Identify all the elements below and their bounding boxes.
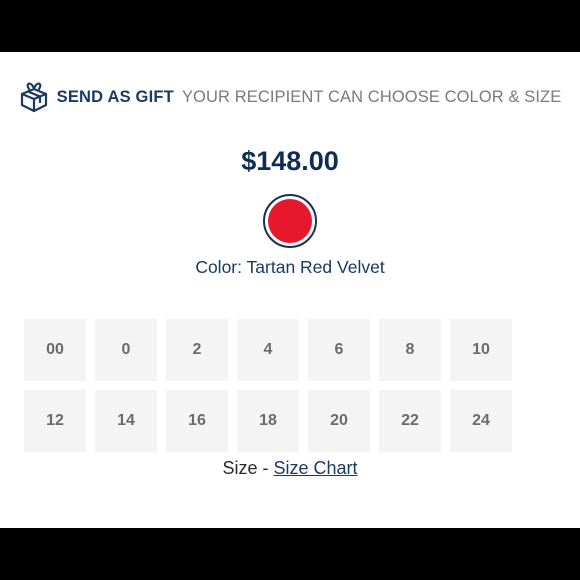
color-swatch-tartan-red-velvet[interactable] — [263, 194, 317, 248]
product-options-panel: SEND AS GIFT YOUR RECIPIENT CAN CHOOSE C… — [0, 52, 580, 528]
size-option-18[interactable]: 18 — [237, 390, 299, 452]
selected-color-label: Color: Tartan Red Velvet — [195, 257, 385, 277]
size-option-6[interactable]: 6 — [308, 319, 370, 381]
color-swatch-fill — [268, 199, 312, 243]
size-option-14[interactable]: 14 — [95, 390, 157, 452]
size-label: Size - — [222, 458, 274, 478]
send-as-gift-banner[interactable]: SEND AS GIFT YOUR RECIPIENT CAN CHOOSE C… — [0, 79, 580, 115]
size-option-10[interactable]: 10 — [450, 319, 512, 381]
gift-description: YOUR RECIPIENT CAN CHOOSE COLOR & SIZE — [181, 87, 562, 106]
size-option-0[interactable]: 0 — [95, 319, 157, 381]
size-option-8[interactable]: 8 — [379, 319, 441, 381]
size-option-2[interactable]: 2 — [166, 319, 228, 381]
size-selector-grid: 00 0 2 4 6 8 10 12 14 16 18 20 22 24 — [24, 319, 512, 452]
size-option-24[interactable]: 24 — [450, 390, 512, 452]
size-option-00[interactable]: 00 — [24, 319, 86, 381]
size-caption: Size - Size Chart — [0, 458, 580, 479]
size-option-16[interactable]: 16 — [166, 390, 228, 452]
send-as-gift-label[interactable]: SEND AS GIFT — [57, 88, 174, 107]
size-chart-link[interactable]: Size Chart — [273, 458, 357, 478]
gift-box-icon — [19, 80, 49, 114]
size-option-20[interactable]: 20 — [308, 390, 370, 452]
size-option-22[interactable]: 22 — [379, 390, 441, 452]
product-price: $148.00 — [241, 146, 339, 176]
size-option-12[interactable]: 12 — [24, 390, 86, 452]
size-option-4[interactable]: 4 — [237, 319, 299, 381]
